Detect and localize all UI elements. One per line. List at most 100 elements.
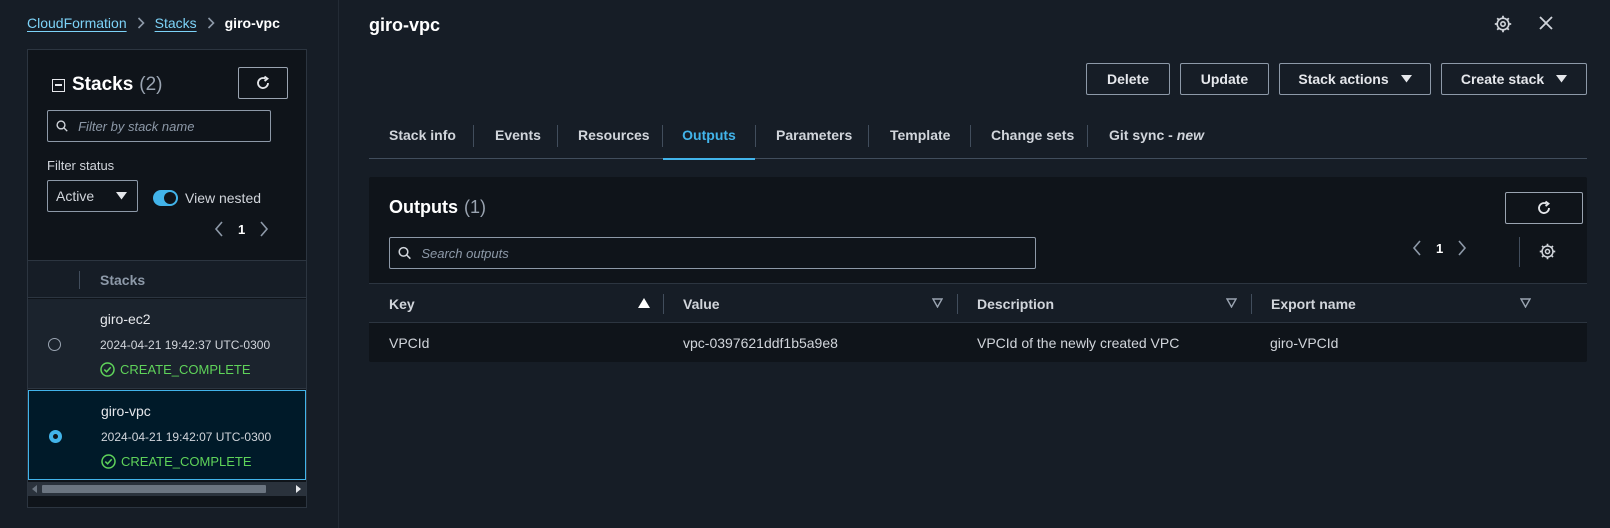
scroll-left-icon[interactable] <box>32 485 38 493</box>
breadcrumb-cloudformation[interactable]: CloudFormation <box>27 15 127 31</box>
tab-stack-info[interactable]: Stack info <box>389 111 456 159</box>
stack-detail-tabs: Stack info Events Resources Outputs Para… <box>369 111 1587 160</box>
chevron-left-icon[interactable] <box>1412 240 1422 256</box>
stack-actions-button[interactable]: Stack actions <box>1279 63 1431 95</box>
check-circle-icon <box>101 454 116 469</box>
output-export-name: giro-VPCId <box>1270 335 1339 351</box>
stack-created-time: 2024-04-21 19:42:37 UTC-0300 <box>100 338 271 352</box>
tab-divider <box>970 125 971 147</box>
tab-parameters[interactable]: Parameters <box>776 111 852 159</box>
stack-name[interactable]: giro-vpc <box>101 403 151 419</box>
column-divider[interactable] <box>957 294 958 314</box>
create-stack-button[interactable]: Create stack <box>1441 63 1587 95</box>
sort-icon[interactable] <box>932 298 943 308</box>
outputs-search-input[interactable] <box>421 245 1035 261</box>
tab-git-sync-label: Git sync - <box>1109 127 1173 143</box>
horizontal-scrollbar[interactable] <box>28 482 306 496</box>
scrollbar-thumb[interactable] <box>42 485 266 493</box>
page-title: giro-vpc <box>369 15 441 35</box>
page-number[interactable]: 1 <box>238 222 245 237</box>
tab-git-sync[interactable]: Git sync - new <box>1109 111 1204 159</box>
column-header-description[interactable]: Description <box>977 296 1054 312</box>
stack-status-text: CREATE_COMPLETE <box>121 454 252 469</box>
column-header-export-name[interactable]: Export name <box>1271 296 1356 312</box>
refresh-icon <box>1538 200 1550 214</box>
stack-status: CREATE_COMPLETE <box>100 362 251 377</box>
stack-actions-label: Stack actions <box>1298 71 1389 87</box>
caret-down-icon <box>1556 75 1568 83</box>
tab-divider <box>473 125 474 147</box>
outputs-title: Outputs <box>389 197 458 217</box>
output-key: VPCId <box>389 335 430 351</box>
chevron-right-icon[interactable] <box>259 221 269 237</box>
sort-icon[interactable] <box>1226 298 1237 308</box>
view-nested-label: View nested <box>185 190 262 206</box>
gear-icon[interactable] <box>1539 243 1556 260</box>
outputs-count: (1) <box>464 197 486 217</box>
stack-row[interactable]: giro-ec2 2024-04-21 19:42:37 UTC-0300 CR… <box>28 299 306 389</box>
stacks-table-header: Stacks <box>28 260 306 298</box>
stacks-count: (2) <box>139 74 163 95</box>
sort-ascending-icon[interactable] <box>638 298 650 308</box>
stack-select-radio[interactable] <box>49 430 62 443</box>
filter-status-select[interactable]: Active <box>47 180 138 212</box>
stack-status-text: CREATE_COMPLETE <box>120 362 251 377</box>
chevron-right-icon <box>137 17 145 29</box>
stack-filter-input[interactable] <box>78 118 270 134</box>
pagination-divider <box>1519 237 1520 267</box>
output-value: vpc-0397621ddf1b5a9e8 <box>683 335 838 351</box>
create-stack-label: Create stack <box>1460 71 1545 87</box>
search-icon <box>56 120 68 132</box>
stack-select-radio[interactable] <box>48 338 61 351</box>
scroll-right-icon[interactable] <box>296 485 302 493</box>
stacks-column-header: Stacks <box>100 272 146 288</box>
stack-row-selected[interactable]: giro-vpc 2024-04-21 19:42:07 UTC-0300 CR… <box>28 390 306 480</box>
outputs-refresh-button[interactable] <box>1505 192 1583 224</box>
tab-events[interactable]: Events <box>495 111 541 159</box>
column-divider[interactable] <box>663 294 664 314</box>
view-nested-toggle[interactable] <box>153 190 178 206</box>
stacks-header: Stacks (2) <box>52 74 163 96</box>
new-badge: new <box>1176 127 1205 143</box>
check-circle-icon <box>100 362 115 377</box>
update-button[interactable]: Update <box>1180 63 1269 95</box>
column-header-key[interactable]: Key <box>389 296 415 312</box>
chevron-right-icon <box>207 17 215 29</box>
stacks-refresh-button[interactable] <box>238 67 288 99</box>
caret-down-icon <box>1400 75 1412 83</box>
caret-down-icon <box>116 192 127 200</box>
stack-filter-field[interactable] <box>47 110 271 142</box>
breadcrumb-stacks[interactable]: Stacks <box>155 15 197 31</box>
chevron-right-icon[interactable] <box>1457 240 1467 256</box>
tab-divider <box>755 125 756 147</box>
tab-change-sets[interactable]: Change sets <box>991 111 1074 159</box>
filter-status-value: Active <box>56 188 95 204</box>
tab-divider <box>868 125 869 147</box>
chevron-left-icon[interactable] <box>214 221 224 237</box>
stack-detail-panel: giro-vpc Delete Update Stack actions Cre… <box>339 0 1610 528</box>
breadcrumb: CloudFormation Stacks giro-vpc <box>27 15 280 31</box>
page-number[interactable]: 1 <box>1436 241 1443 256</box>
delete-button[interactable]: Delete <box>1086 63 1170 95</box>
stacks-navigation-panel: CloudFormation Stacks giro-vpc Stacks (2… <box>0 0 348 528</box>
column-header-value[interactable]: Value <box>683 296 720 312</box>
column-divider[interactable] <box>1251 294 1252 314</box>
close-icon[interactable] <box>1538 15 1554 31</box>
tab-template[interactable]: Template <box>890 111 950 159</box>
outputs-search-field[interactable] <box>389 237 1036 269</box>
outputs-pagination: 1 <box>1412 240 1467 256</box>
stack-status: CREATE_COMPLETE <box>101 454 252 469</box>
stack-name[interactable]: giro-ec2 <box>100 311 151 327</box>
search-icon <box>398 246 411 260</box>
tab-outputs[interactable]: Outputs <box>663 111 755 160</box>
collapse-icon[interactable] <box>52 78 65 92</box>
tab-resources[interactable]: Resources <box>578 111 650 159</box>
sort-icon[interactable] <box>1520 298 1531 308</box>
outputs-container: Outputs (1) 1 Key Value Des <box>369 177 1587 362</box>
stacks-title: Stacks <box>72 74 134 95</box>
column-divider <box>79 271 80 289</box>
stacks-list-card: Stacks (2) Filter status Active View nes… <box>27 49 307 508</box>
output-description: VPCId of the newly created VPC <box>977 335 1180 351</box>
breadcrumb-current: giro-vpc <box>224 15 280 31</box>
gear-icon[interactable] <box>1494 15 1512 33</box>
